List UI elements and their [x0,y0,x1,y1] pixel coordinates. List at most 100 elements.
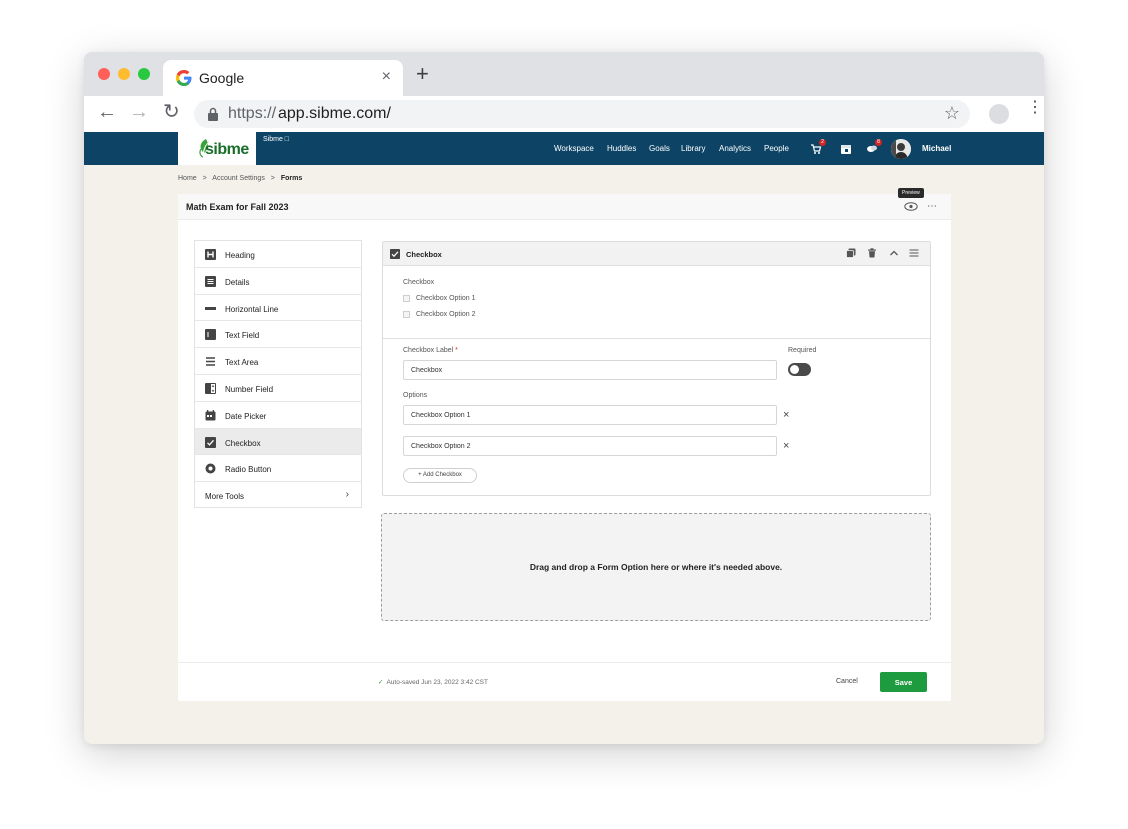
user-avatar[interactable] [891,139,911,159]
options-label: Options [403,392,428,399]
preview-option-label: Checkbox Option 1 [416,295,476,302]
nav-huddles[interactable]: Huddles [607,144,636,153]
checkbox-editor: Checkbox Checkbox Checkbox Option 1 Chec… [382,241,931,496]
reload-icon[interactable]: ↻ [163,102,180,122]
nav-people[interactable]: People [764,144,789,153]
text-area-icon [206,357,215,366]
new-tab-button[interactable]: + [416,63,429,85]
option-input-1[interactable] [403,405,777,425]
required-star: * [455,347,458,354]
checkbox-icon [390,249,400,259]
app-header: sibme Sibme □ Workspace Huddles Goals Li… [84,132,1044,165]
editor-title: Checkbox [406,250,442,259]
preview-checkbox[interactable] [403,295,410,302]
eye-icon[interactable] [904,202,918,211]
tool-radio-button[interactable]: Radio Button [195,455,361,483]
forward-arrow-icon[interactable]: → [129,102,149,122]
tool-label: Details [225,277,250,287]
breadcrumb-home[interactable]: Home [178,175,197,182]
required-label: Required [788,347,817,354]
duplicate-icon[interactable] [846,248,856,258]
google-icon [176,70,192,86]
save-button[interactable]: Save [880,672,927,692]
tool-label: Text Area [225,358,259,368]
details-icon [205,275,216,287]
tool-more-tools[interactable]: More Tools › [195,482,361,509]
preview-checkbox[interactable] [403,311,410,318]
preview-option-label: Checkbox Option 2 [416,311,476,318]
profile-avatar[interactable] [989,104,1009,124]
browser-tab[interactable]: Google × [163,60,403,96]
tool-heading[interactable]: Heading [195,241,361,268]
tool-number-field[interactable]: Number Field [195,375,361,402]
nav-library[interactable]: Library [681,144,705,153]
close-window-button[interactable] [98,68,110,80]
browser-tab-bar: Google × + [84,52,1044,96]
form-title: Math Exam for Fall 2023 [186,202,289,212]
browser-toolbar: ← → ↻ https:// app.sibme.com/ ☆ ⋮ [84,96,1044,132]
required-toggle[interactable] [788,363,811,376]
tool-label: Text Field [225,331,260,341]
back-arrow-icon[interactable]: ← [97,102,117,122]
remove-option-1-icon[interactable]: × [783,410,789,421]
horizontal-line-icon [205,306,216,310]
remove-option-2-icon[interactable]: × [783,441,789,452]
breadcrumb-account-settings[interactable]: Account Settings [212,175,265,182]
tool-date-picker[interactable]: Date Picker [195,402,361,429]
tool-label: Heading [225,251,255,260]
calendar-icon [205,409,216,421]
url-host: app.sibme.com/ [278,105,391,122]
user-name[interactable]: Michael [922,144,951,153]
calendar-icon[interactable] [840,142,852,154]
cancel-button[interactable]: Cancel [836,678,858,685]
lock-icon [208,107,218,121]
add-checkbox-button[interactable]: + Add Checkbox [403,468,477,483]
preview-option[interactable]: Checkbox Option 1 [403,294,603,304]
radio-icon [205,463,216,474]
tool-text-field[interactable]: Text Field [195,321,361,349]
tool-text-area[interactable]: Text Area [195,348,361,375]
chevron-up-icon[interactable] [889,248,899,258]
breadcrumb-separator: > [270,175,275,182]
breadcrumb-forms: Forms [280,175,303,182]
breadcrumb-separator: > [202,175,207,182]
option-input-2[interactable] [403,436,777,456]
nav-analytics[interactable]: Analytics [719,144,751,153]
bookmark-star-icon[interactable]: ☆ [944,103,960,124]
tool-horizontal-line[interactable]: Horizontal Line [195,295,361,322]
cart-badge: 2 [819,139,826,146]
chat-icon[interactable]: 8 [866,139,882,154]
preview-tooltip: Preview [898,188,924,198]
tool-checkbox[interactable]: Checkbox [195,428,361,456]
form-dropzone[interactable]: Drag and drop a Form Option here or wher… [381,513,931,621]
account-switcher[interactable]: Sibme □ [263,136,289,143]
form-footer: ✓ Auto-saved Jun 23, 2022 3:42 CST Cancel… [178,662,951,701]
tool-details[interactable]: Details [195,268,361,295]
autosave-status: ✓ Auto-saved Jun 23, 2022 3:42 CST [378,678,488,686]
drag-handle-icon[interactable] [909,248,919,258]
form-header: Math Exam for Fall 2023 Preview ⋯ [178,188,951,220]
logo-text: sibme [205,141,249,158]
minimize-window-button[interactable] [118,68,130,80]
checkbox-label-input[interactable] [403,360,777,380]
editor-header: Checkbox [383,242,930,266]
more-options-icon[interactable]: ⋯ [927,201,937,212]
preview-option[interactable]: Checkbox Option 2 [403,310,603,320]
number-field-icon [205,382,216,394]
nav-goals[interactable]: Goals [649,144,670,153]
browser-window: Google × + ← → ↻ https:// app.sibme.com/… [84,52,1044,744]
trash-icon[interactable] [867,248,877,258]
address-bar[interactable]: https:// app.sibme.com/ ☆ [194,100,970,128]
url-protocol: https:// [228,105,277,122]
tab-close-icon[interactable]: × [382,68,391,86]
checkbox-label-title: Checkbox Label * [403,347,458,354]
form-builder-card: Math Exam for Fall 2023 Preview ⋯ Headin… [178,188,951,701]
nav-workspace[interactable]: Workspace [554,144,594,153]
chat-badge: 8 [875,139,882,146]
browser-menu-icon[interactable]: ⋮ [1027,100,1043,116]
cart-icon[interactable]: 2 [810,139,826,154]
sibme-logo[interactable]: sibme [178,132,256,165]
maximize-window-button[interactable] [138,68,150,80]
dropzone-text: Drag and drop a Form Option here or wher… [529,562,783,572]
breadcrumb: Home > Account Settings > Forms [178,175,306,182]
